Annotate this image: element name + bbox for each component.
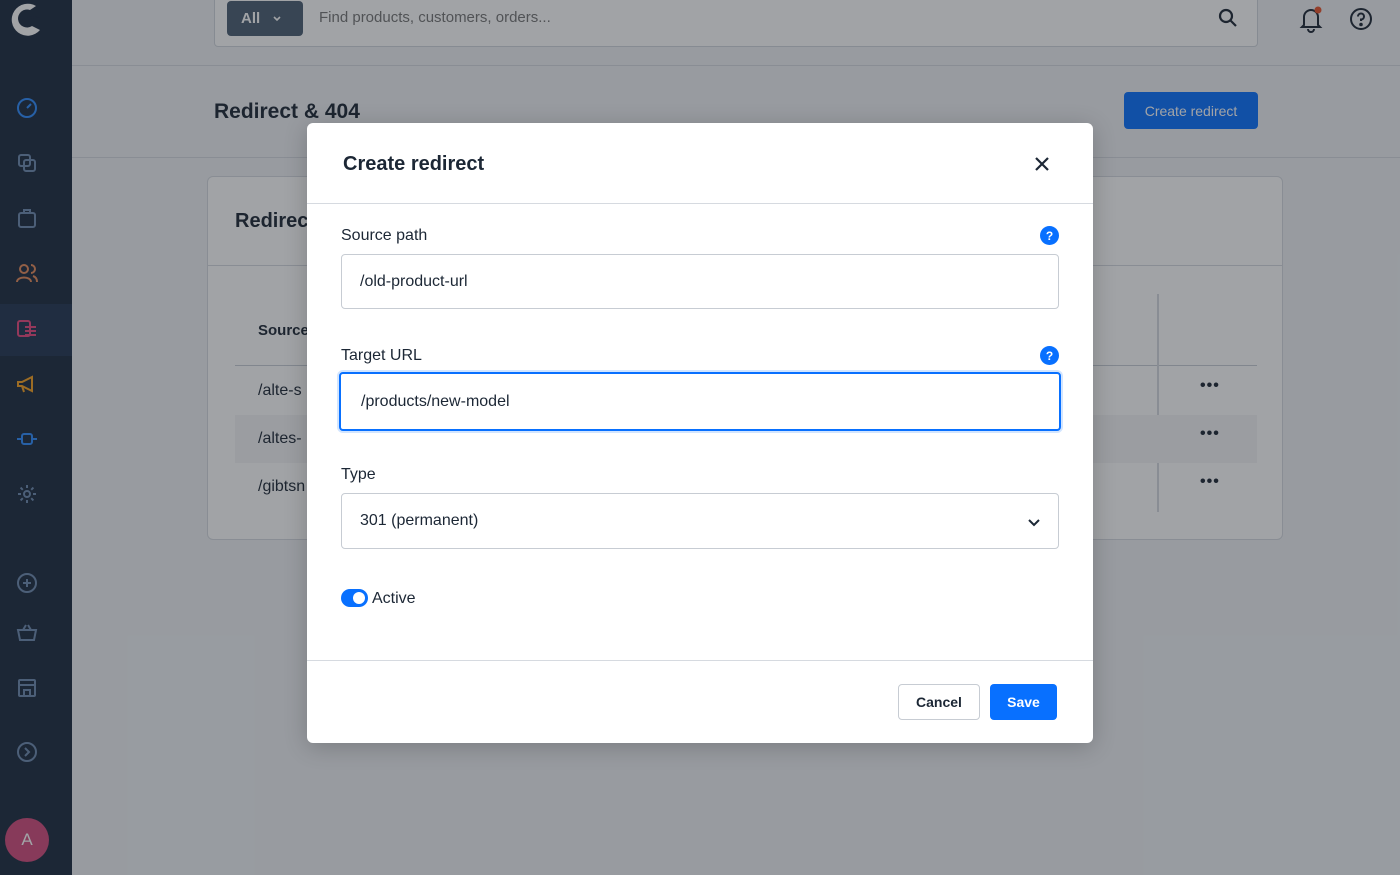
save-button[interactable]: Save bbox=[990, 684, 1057, 720]
modal-title: Create redirect bbox=[343, 153, 485, 175]
close-icon[interactable] bbox=[1031, 153, 1053, 175]
type-label: Type bbox=[341, 466, 376, 483]
divider bbox=[307, 660, 1093, 661]
create-redirect-modal: Create redirect Source path ? Target URL… bbox=[307, 123, 1093, 743]
target-url-label: Target URL bbox=[341, 347, 422, 364]
cancel-button[interactable]: Cancel bbox=[898, 684, 980, 720]
type-select-value: 301 (permanent) bbox=[360, 512, 479, 529]
active-toggle[interactable] bbox=[341, 589, 368, 607]
chevron-down-icon bbox=[1028, 519, 1040, 527]
source-path-help-icon[interactable]: ? bbox=[1040, 226, 1059, 245]
toggle-knob bbox=[353, 592, 365, 604]
active-toggle-label[interactable]: Active bbox=[372, 590, 416, 608]
type-select[interactable]: 301 (permanent) bbox=[341, 493, 1059, 549]
target-url-input[interactable] bbox=[339, 372, 1061, 431]
source-path-label: Source path bbox=[341, 227, 428, 244]
divider bbox=[307, 203, 1093, 204]
source-path-input[interactable] bbox=[341, 254, 1059, 309]
target-url-help-icon[interactable]: ? bbox=[1040, 346, 1059, 365]
